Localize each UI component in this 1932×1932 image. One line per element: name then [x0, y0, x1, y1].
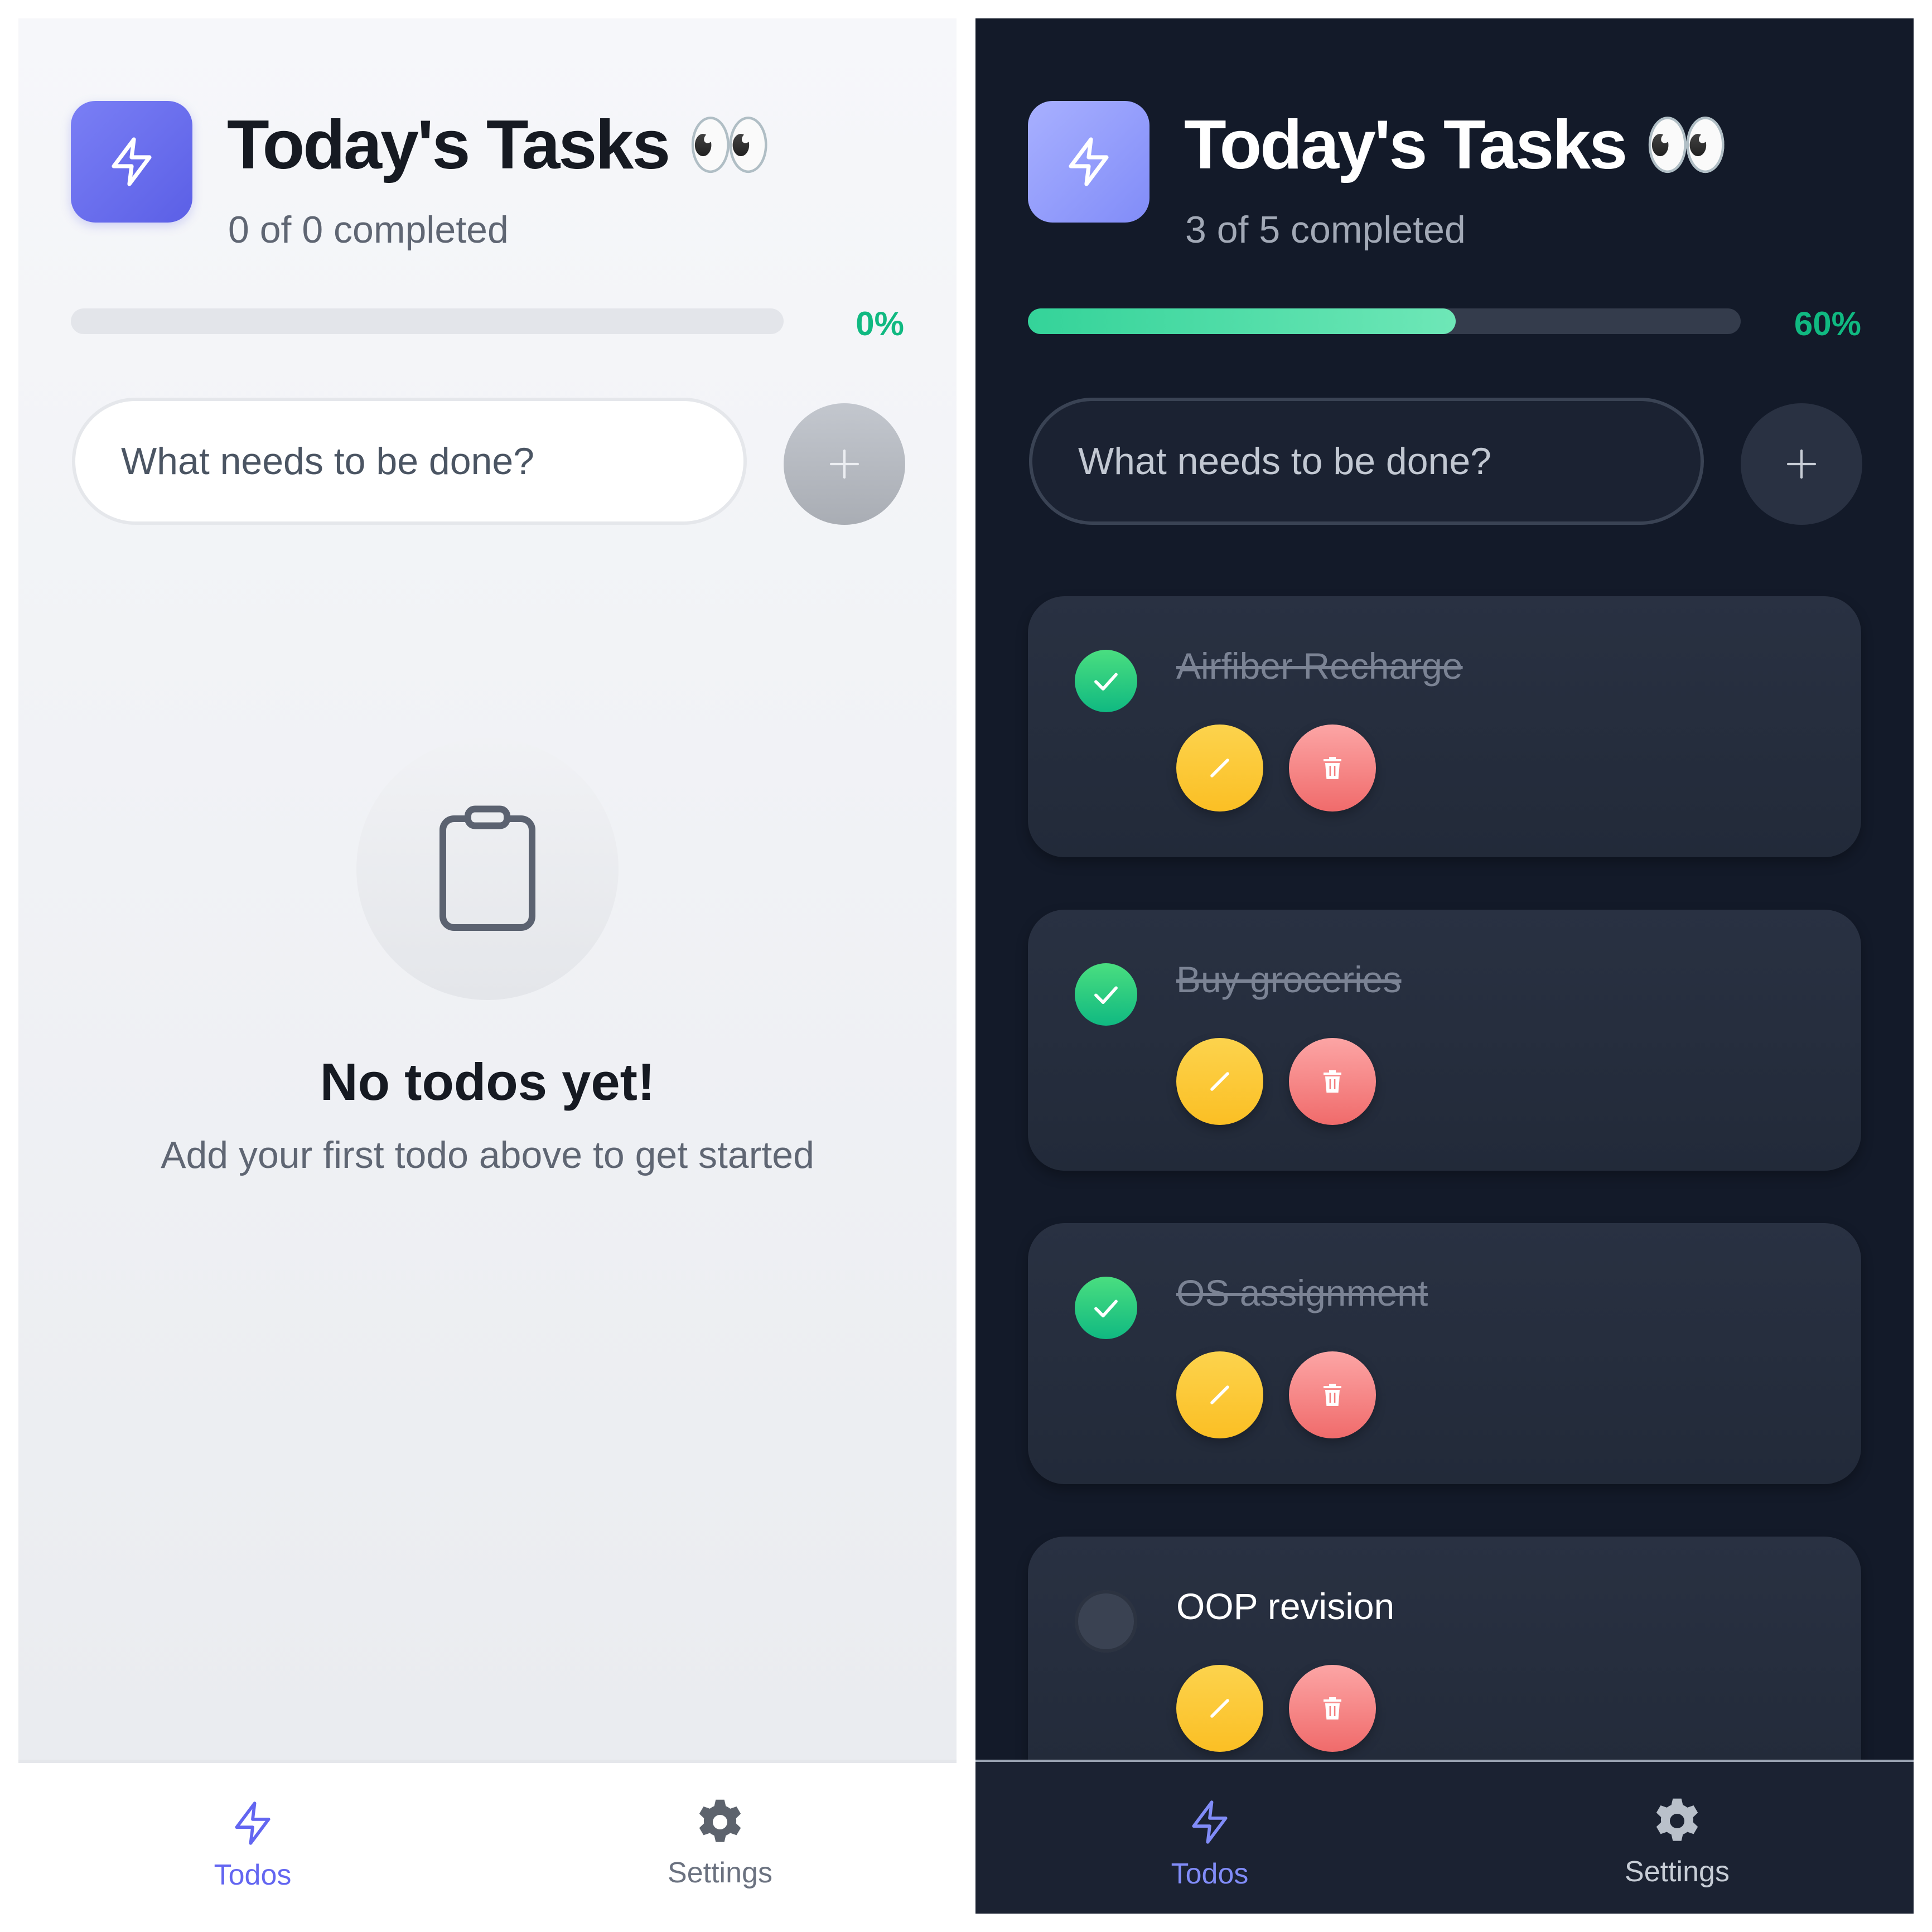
completion-summary: 3 of 5 completed: [1185, 209, 1466, 251]
edit-todo-button[interactable]: [1176, 1665, 1263, 1752]
progress-bar: [1028, 308, 1741, 334]
pencil-icon: [1210, 759, 1229, 777]
pencil-icon: [1210, 1385, 1229, 1404]
todo-list: Airfiber Recharge Buy groceries OS assig…: [1028, 596, 1861, 1850]
page-title: Today's Tasks 👀: [227, 107, 772, 183]
delete-todo-button[interactable]: [1289, 1038, 1376, 1125]
trash-icon: [1324, 757, 1341, 779]
todo-checkbox[interactable]: [1075, 1277, 1137, 1339]
nav-label-todos: Todos: [1171, 1858, 1249, 1890]
nav-item-settings[interactable]: Settings: [1566, 1795, 1789, 1886]
app-logo: [1028, 101, 1149, 223]
pencil-icon: [1210, 1699, 1229, 1718]
empty-state-subtitle: Add your first todo above to get started: [161, 1134, 814, 1176]
todo-item: OOP revision: [1028, 1537, 1861, 1798]
bottom-navigation: Todos Settings: [18, 1760, 957, 1914]
new-todo-input[interactable]: [1029, 398, 1704, 525]
progress-percentage: 60%: [1794, 305, 1861, 342]
app-logo: [71, 101, 192, 223]
delete-todo-button[interactable]: [1289, 1665, 1376, 1752]
lightning-bolt-icon: [1069, 137, 1109, 186]
gear-icon: [699, 1799, 741, 1842]
checkmark-icon: [1094, 1300, 1118, 1318]
nav-label-todos: Todos: [214, 1859, 292, 1891]
empty-state: No todos yet! Add your first todo above …: [18, 738, 957, 1174]
nav-label-settings: Settings: [1625, 1856, 1730, 1888]
lightning-bolt-icon: [1192, 1800, 1228, 1844]
page-title: Today's Tasks 👀: [1184, 107, 1730, 183]
delete-todo-button[interactable]: [1289, 1351, 1376, 1438]
todo-checkbox[interactable]: [1075, 963, 1137, 1026]
new-todo-input[interactable]: [72, 398, 747, 525]
progress-bar: [71, 308, 784, 334]
todo-text: Airfiber Recharge: [1176, 645, 1463, 687]
empty-state-illustration: [356, 738, 619, 1000]
bottom-navigation: Todos Settings: [975, 1760, 1914, 1914]
light-theme-screen: Today's Tasks 👀 0 of 0 completed 0% No t…: [18, 18, 957, 1914]
progress-fill: [1028, 308, 1456, 334]
delete-todo-button[interactable]: [1289, 724, 1376, 812]
edit-todo-button[interactable]: [1176, 1351, 1263, 1438]
todo-item: Airfiber Recharge: [1028, 596, 1861, 857]
trash-icon: [1324, 1697, 1341, 1720]
nav-item-todos[interactable]: Todos: [1098, 1795, 1321, 1888]
edit-todo-button[interactable]: [1176, 1038, 1263, 1125]
lightning-bolt-icon: [235, 1801, 271, 1845]
todo-text: Buy groceries: [1176, 959, 1402, 1000]
trash-icon: [1324, 1384, 1341, 1406]
nav-item-settings[interactable]: Settings: [608, 1796, 832, 1887]
lightning-bolt-icon: [112, 137, 152, 186]
progress-percentage: 0%: [856, 305, 904, 342]
checkmark-icon: [1094, 673, 1118, 691]
pencil-icon: [1210, 1072, 1229, 1091]
clipboard-icon: [439, 805, 535, 931]
todo-item: OS assignment: [1028, 1223, 1861, 1484]
add-todo-button[interactable]: [784, 403, 905, 525]
checkmark-icon: [1094, 986, 1118, 1004]
todo-text: OOP revision: [1176, 1586, 1395, 1627]
edit-todo-button[interactable]: [1176, 724, 1263, 812]
todo-checkbox[interactable]: [1075, 650, 1137, 712]
gear-icon: [1656, 1798, 1698, 1841]
plus-icon: [1786, 449, 1817, 479]
dark-theme-screen: Today's Tasks 👀 3 of 5 completed 60% Air…: [975, 18, 1914, 1914]
todo-checkbox[interactable]: [1075, 1590, 1137, 1653]
plus-icon: [829, 449, 859, 479]
nav-label-settings: Settings: [668, 1857, 772, 1889]
todo-text: OS assignment: [1176, 1272, 1428, 1313]
todo-item: Buy groceries: [1028, 910, 1861, 1171]
trash-icon: [1324, 1070, 1341, 1093]
completion-summary: 0 of 0 completed: [228, 209, 509, 251]
nav-item-todos[interactable]: Todos: [141, 1796, 364, 1890]
empty-state-title: No todos yet!: [320, 1052, 655, 1111]
add-todo-button[interactable]: [1741, 403, 1862, 525]
